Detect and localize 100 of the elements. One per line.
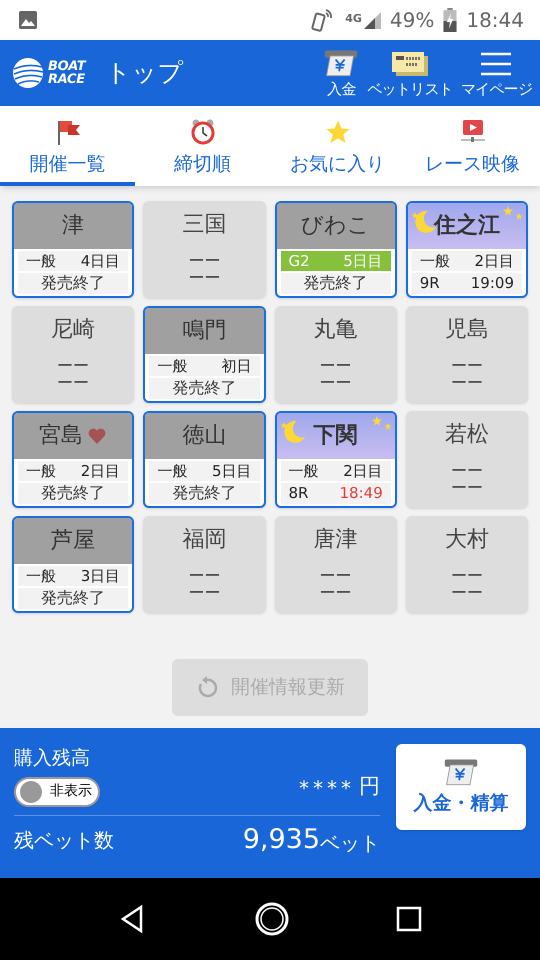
grade-label: 一般 — [288, 461, 318, 481]
venue-name: 徳山 — [182, 422, 226, 450]
sales-status: 発売終了 — [149, 483, 260, 504]
toggle-knob — [20, 780, 42, 802]
header-action-button[interactable]: マイページ — [460, 48, 532, 98]
logo-text: BOAT RACE — [48, 60, 86, 86]
day-label: 3日目 — [80, 566, 120, 586]
placeholder-dash: ーー — [320, 584, 352, 601]
venue-card[interactable]: 唐津 ーー ーー — [274, 516, 397, 613]
venue-name: 下関 — [314, 422, 358, 450]
tab[interactable]: レース映像 — [405, 106, 540, 186]
placeholder-dash: ーー — [57, 357, 90, 374]
venue-name: 児島 — [444, 316, 489, 344]
sales-status: 発売終了 — [18, 588, 128, 609]
venue-card[interactable]: 若松 ーー ーー — [406, 411, 528, 508]
header-action-button[interactable]: ベットリスト — [367, 48, 453, 98]
day-label: 2日目 — [474, 251, 514, 271]
balance-unit: 円 — [359, 773, 380, 800]
tab[interactable]: 開催一覧 — [0, 106, 135, 186]
venue-name: 宮島 — [39, 422, 84, 450]
placeholder-dash: ーー — [188, 269, 220, 286]
clock-time: 18:44 — [466, 7, 524, 34]
day-label: 2日目 — [80, 461, 120, 481]
placeholder-dash: ーー — [320, 567, 352, 584]
venue-card[interactable]: 津 一般 4日目 発売終了 — [12, 201, 134, 298]
balance-label: 購入残高 — [14, 746, 91, 771]
placeholder-dash: ーー — [450, 462, 483, 479]
home-icon[interactable] — [254, 901, 290, 937]
balance-value: **** — [299, 774, 355, 802]
alarm-clock-icon — [188, 118, 216, 146]
placeholder-dash: ーー — [320, 374, 352, 391]
grade-label: 一般 — [26, 251, 56, 271]
grade-label: 一般 — [26, 461, 56, 481]
race-number: 9R — [420, 273, 440, 294]
venue-card[interactable]: 住之江 一般 2日目 9R 19:09 — [406, 201, 528, 298]
venue-card[interactable]: 下関 一般 2日目 8R 18:49 — [274, 411, 397, 508]
deposit-settle-button[interactable]: 入金・精算 — [396, 744, 526, 830]
venue-card[interactable]: 丸亀 ーー ーー — [274, 306, 397, 403]
placeholder-dash: ーー — [450, 584, 483, 601]
venue-card[interactable]: 児島 ーー ーー — [406, 306, 528, 403]
image-icon — [16, 8, 40, 32]
venue-name: 大村 — [444, 526, 489, 554]
placeholder-dash: ーー — [188, 252, 220, 269]
venue-name: 福岡 — [182, 526, 226, 554]
grade-label: 一般 — [420, 251, 450, 271]
day-label: 初日 — [222, 356, 252, 376]
venue-card[interactable]: 大村 ーー ーー — [406, 516, 528, 613]
logo-icon — [12, 57, 44, 89]
battery-percent: 49% — [390, 7, 434, 34]
heart-icon — [87, 426, 108, 446]
venue-name: 住之江 — [434, 212, 500, 240]
day-label: 5日目 — [212, 461, 252, 481]
venue-name: 若松 — [444, 421, 489, 449]
venue-card[interactable]: 福岡 ーー ーー — [143, 516, 266, 613]
signal-icon — [362, 10, 382, 30]
placeholder-dash: ーー — [450, 479, 483, 496]
grade-label: G2 — [288, 251, 310, 271]
grade-label: 一般 — [157, 356, 188, 376]
bets-label: 残ベット数 — [14, 826, 114, 854]
placeholder-dash: ーー — [57, 374, 90, 391]
tab[interactable]: 締切順 — [135, 106, 270, 186]
battery-icon — [442, 8, 458, 32]
sales-status: 発売終了 — [280, 273, 391, 294]
venue-card[interactable]: 徳山 一般 5日目 発売終了 — [143, 411, 266, 508]
placeholder-dash: ーー — [450, 567, 483, 584]
venue-card[interactable]: びわこ G2 5日目 発売終了 — [274, 201, 397, 298]
venue-card[interactable]: 尼崎 ーー ーー — [12, 306, 134, 403]
venue-name: 鳴門 — [182, 317, 226, 345]
placeholder-dash: ーー — [320, 357, 352, 374]
network-type: 4G — [345, 11, 362, 27]
placeholder-dash: ーー — [188, 584, 220, 601]
venue-name: 芦屋 — [51, 527, 96, 555]
header-action-button[interactable]: 入金 — [323, 48, 360, 98]
placeholder-dash: ーー — [188, 567, 220, 584]
venue-card[interactable]: 鳴門 一般 初日 発売終了 — [143, 306, 266, 403]
venue-card[interactable]: 宮島 一般 2日目 発売終了 — [12, 411, 134, 508]
bets-value: 9,935 — [242, 822, 320, 856]
venue-name: 津 — [62, 212, 84, 240]
deadline-time: 18:49 — [340, 483, 383, 504]
venue-card[interactable]: 芦屋 一般 3日目 発売終了 — [12, 516, 134, 613]
day-label: 5日目 — [343, 251, 383, 271]
placeholder-dash: ーー — [450, 357, 483, 374]
venue-name: びわこ — [301, 212, 370, 240]
page-title: トップ — [105, 57, 184, 90]
recents-icon[interactable] — [395, 905, 424, 933]
sales-status: 発売終了 — [18, 273, 128, 294]
day-label: 4日目 — [80, 251, 120, 271]
venue-name: 尼崎 — [51, 316, 96, 344]
bets-unit: ベット — [320, 830, 380, 857]
venue-card[interactable]: 三国 ーー ーー — [143, 201, 266, 298]
venue-name: 丸亀 — [314, 316, 358, 344]
hide-toggle[interactable]: 非表示 — [14, 776, 100, 806]
venue-name: 唐津 — [314, 526, 358, 554]
tab[interactable]: お気に入り — [270, 106, 405, 186]
sales-status: 発売終了 — [18, 483, 128, 504]
placeholder-dash: ーー — [450, 374, 483, 391]
grade-label: 一般 — [26, 566, 56, 586]
venue-name: 三国 — [182, 211, 226, 239]
grade-label: 一般 — [157, 461, 188, 481]
deadline-time: 19:09 — [470, 273, 514, 294]
